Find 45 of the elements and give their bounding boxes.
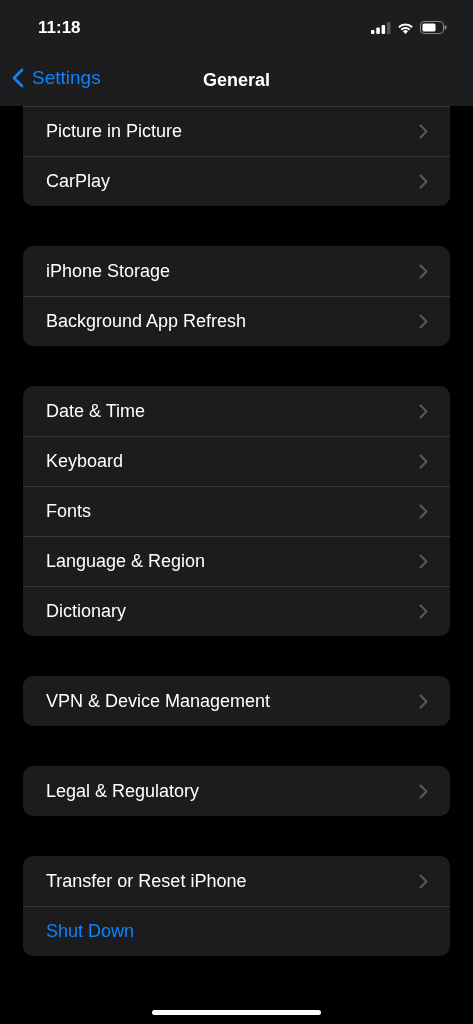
status-time: 11:18 <box>38 17 81 38</box>
settings-row[interactable]: CarPlay <box>23 156 450 206</box>
settings-row[interactable]: Picture in Picture <box>23 106 450 156</box>
chevron-icon <box>419 174 428 189</box>
row-label: Background App Refresh <box>46 311 247 332</box>
row-label: Language & Region <box>46 551 206 572</box>
chevron-icon <box>419 124 428 139</box>
row-label: iPhone Storage <box>46 260 171 282</box>
settings-row[interactable]: Legal & Regulatory <box>23 766 450 816</box>
chevron-icon <box>419 693 428 709</box>
settings-row[interactable]: Fonts <box>23 486 450 536</box>
page-title: General <box>202 70 270 91</box>
row-label: Fonts <box>46 501 92 522</box>
chevron-icon <box>419 454 428 469</box>
row-label: Transfer or Reset iPhone <box>46 870 247 892</box>
wifi-icon <box>397 21 414 34</box>
settings-row[interactable]: Keyboard <box>23 436 450 486</box>
settings-row[interactable]: Background App Refresh <box>23 296 450 346</box>
row-label: VPN & Device Management <box>46 690 271 712</box>
settings-row[interactable]: VPN & Device Management <box>23 676 450 726</box>
chevron-icon <box>419 604 428 619</box>
settings-row[interactable]: iPhone Storage <box>23 246 450 296</box>
chevron-icon <box>419 504 428 519</box>
chevron-icon <box>419 873 428 889</box>
chevron-icon <box>419 403 428 419</box>
settings-row[interactable]: Language & Region <box>23 536 450 586</box>
row-label: Legal & Regulatory <box>46 780 200 802</box>
row-label: Keyboard <box>46 451 124 472</box>
row-label: Picture in Picture <box>46 121 183 142</box>
settings-row[interactable]: Dictionary <box>23 586 450 636</box>
settings-row[interactable]: Transfer or Reset iPhone <box>23 856 450 906</box>
chevron-icon <box>419 314 428 329</box>
row-label: Dictionary <box>46 601 127 622</box>
row-label: Date & Time <box>46 400 146 422</box>
back-chevron-icon <box>12 68 24 88</box>
settings-row[interactable]: Date & Time <box>23 386 450 436</box>
chevron-icon <box>419 554 428 569</box>
chevron-icon <box>419 783 428 799</box>
battery-icon <box>420 21 447 34</box>
signal-icon <box>371 21 391 34</box>
action-row[interactable]: Shut Down <box>23 906 450 956</box>
action-label: Shut Down <box>46 921 135 942</box>
row-label: CarPlay <box>46 171 111 192</box>
chevron-icon <box>419 263 428 279</box>
back-button[interactable]: Settings <box>12 67 101 89</box>
